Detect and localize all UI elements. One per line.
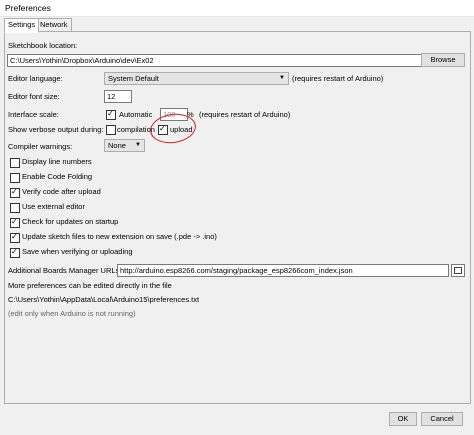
checkmark-icon: ✓: [107, 109, 114, 118]
automatic-label: Automatic: [119, 110, 153, 119]
option-checkbox[interactable]: [10, 173, 20, 183]
title-bar: Preferences: [0, 0, 474, 17]
boards-manager-label: Additional Boards Manager URLs:: [8, 266, 122, 275]
window-title: Preferences: [5, 3, 51, 13]
checkmark-icon: ✓: [11, 187, 18, 196]
option-label: Enable Code Folding: [22, 172, 93, 181]
option-label: Verify code after upload: [22, 187, 101, 196]
more-prefs-note: More preferences can be edited directly …: [8, 281, 172, 290]
option-label: Save when verifying or uploading: [22, 247, 133, 256]
option-checkbox[interactable]: ✓: [10, 217, 20, 228]
compiler-warnings-value: None: [108, 141, 126, 150]
checkmark-icon: ✓: [11, 247, 18, 256]
chevron-down-icon: ▼: [279, 75, 285, 81]
option-checkbox[interactable]: ✓: [10, 247, 20, 258]
window-icon[interactable]: [451, 264, 465, 277]
sketchbook-path-input[interactable]: C:\Users\Yothin\Dropbox\Arduino\dev\Ex02: [7, 54, 422, 67]
option-label: Use external editor: [22, 202, 85, 211]
editor-language-label: Editor language:: [8, 74, 63, 83]
tab-settings[interactable]: Settings: [4, 18, 40, 33]
option-checkbox[interactable]: [10, 158, 20, 168]
ok-button[interactable]: OK: [389, 412, 417, 426]
interface-scale-note: (requires restart of Arduino): [199, 110, 291, 119]
editor-language-value: System Default: [108, 74, 159, 83]
option-checkbox[interactable]: [10, 203, 20, 213]
option-label: Update sketch files to new extension on …: [22, 232, 217, 241]
chevron-down-icon: ▼: [135, 142, 141, 148]
more-prefs-hint: (edit only when Arduino is not running): [8, 309, 136, 318]
font-size-label: Editor font size:: [8, 92, 60, 101]
checkmark-icon: ✓: [11, 217, 18, 226]
browse-button[interactable]: Browse: [421, 53, 465, 67]
automatic-checkbox[interactable]: ✓: [106, 109, 116, 120]
tab-network[interactable]: Network: [36, 18, 72, 32]
checkmark-icon: ✓: [11, 232, 18, 241]
editor-language-note: (requires restart of Arduino): [292, 74, 384, 83]
option-checkbox[interactable]: ✓: [10, 232, 20, 243]
option-checkbox[interactable]: ✓: [10, 187, 20, 198]
sketchbook-label: Sketchbook location:: [8, 41, 78, 50]
option-label: Check for updates on startup: [22, 217, 119, 226]
option-label: Display line numbers: [22, 157, 92, 166]
compiler-warnings-label: Compiler warnings:: [8, 142, 73, 151]
interface-scale-label: Interface scale:: [8, 110, 59, 119]
verbose-compilation-checkbox[interactable]: [106, 125, 116, 135]
verbose-label: Show verbose output during:: [8, 125, 104, 134]
boards-manager-url-input[interactable]: http://arduino.esp8266.com/staging/packa…: [117, 264, 449, 277]
editor-language-select[interactable]: System Default ▼: [104, 72, 289, 85]
font-size-input[interactable]: 12: [104, 90, 132, 103]
compiler-warnings-select[interactable]: None ▼: [104, 139, 145, 152]
cancel-button[interactable]: Cancel: [421, 412, 463, 426]
preferences-file-path[interactable]: C:\Users\Yothin\AppData\Local\Arduino15\…: [8, 295, 199, 305]
